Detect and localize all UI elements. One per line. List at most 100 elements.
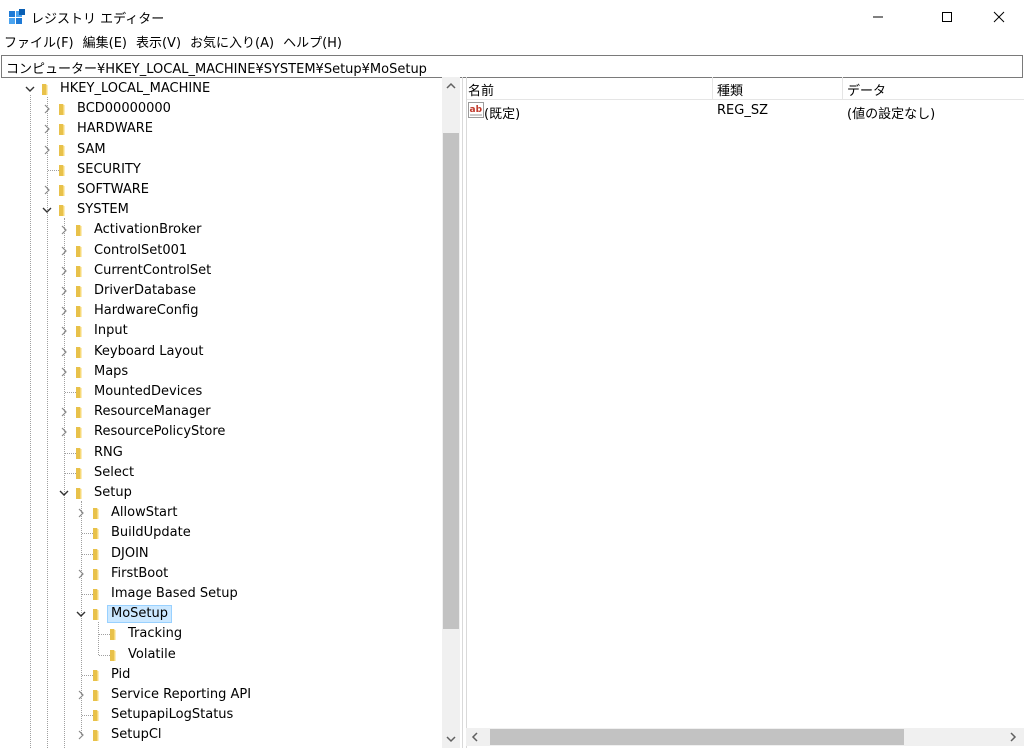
chevron-right-icon[interactable] xyxy=(75,506,87,520)
chevron-right-icon[interactable] xyxy=(41,183,53,197)
tree-item-label: HKEY_LOCAL_MACHINE xyxy=(60,81,211,96)
tree-scroll-thumb[interactable] xyxy=(443,133,459,629)
tree-item[interactable]: ControlSet001 xyxy=(0,241,440,261)
chevron-down-icon[interactable] xyxy=(75,607,87,621)
scroll-left-button[interactable] xyxy=(466,728,484,746)
maximize-icon xyxy=(942,11,952,22)
folder-icon xyxy=(75,405,89,419)
menu-favorites[interactable]: お気に入り(A) xyxy=(186,33,278,54)
menu-help[interactable]: ヘルプ(H) xyxy=(279,33,346,54)
folder-icon xyxy=(75,345,89,359)
chevron-right-icon[interactable] xyxy=(41,102,53,116)
tree-item[interactable]: SetupapiLogStatus xyxy=(0,705,440,725)
chevron-right-icon[interactable] xyxy=(58,425,70,439)
folder-icon xyxy=(75,486,89,500)
tree-item[interactable]: BuildUpdate xyxy=(0,523,440,543)
values-list-pane[interactable]: 名前 種類 データ ab (既定) REG_SZ (値の設定なし) xyxy=(466,77,1024,748)
key-tree-pane[interactable]: HKEY_LOCAL_MACHINE BCD00000000 HARDWARE SAM… xyxy=(0,77,463,748)
chevron-right-icon[interactable] xyxy=(58,223,70,237)
tree-item[interactable]: ResourceManager xyxy=(0,402,440,422)
tree-item[interactable]: FirstBoot xyxy=(0,564,440,584)
folder-icon xyxy=(58,203,72,217)
close-button[interactable] xyxy=(976,0,1022,33)
tree-item[interactable]: MountedDevices xyxy=(0,382,440,402)
tree-item[interactable]: Keyboard Layout xyxy=(0,342,440,362)
tree-item[interactable]: AllowStart xyxy=(0,503,440,523)
column-divider[interactable] xyxy=(712,77,713,99)
value-row[interactable]: ab (既定) REG_SZ (値の設定なし) xyxy=(467,101,1024,122)
chevron-right-icon[interactable] xyxy=(58,264,70,278)
tree-item[interactable]: Setup xyxy=(0,483,440,503)
tree-item[interactable]: Tracking xyxy=(0,624,440,644)
folder-icon xyxy=(92,668,106,682)
address-path: コンピューター¥HKEY_LOCAL_MACHINE¥SYSTEM¥Setup¥… xyxy=(6,62,427,77)
chevron-down-icon[interactable] xyxy=(41,203,53,217)
tree-item[interactable]: BCD00000000 xyxy=(0,99,440,119)
tree-item[interactable]: CurrentControlSet xyxy=(0,261,440,281)
maximize-button[interactable] xyxy=(924,0,970,33)
chevron-right-icon[interactable] xyxy=(58,324,70,338)
tree-item[interactable]: DJOIN xyxy=(0,544,440,564)
chevron-right-icon[interactable] xyxy=(58,345,70,359)
column-type-header[interactable]: 種類 xyxy=(717,80,743,99)
chevron-right-icon[interactable] xyxy=(58,244,70,258)
tree-item[interactable]: Select xyxy=(0,463,440,483)
tree-item[interactable]: Input xyxy=(0,321,440,341)
tree-item[interactable]: DriverDatabase xyxy=(0,281,440,301)
tree-item-label: SECURITY xyxy=(77,161,141,177)
chevron-right-icon[interactable] xyxy=(75,728,87,742)
menu-view[interactable]: 表示(V) xyxy=(132,33,185,54)
tree-item-label: Select xyxy=(94,464,135,480)
tree-item[interactable]: RNG xyxy=(0,443,440,463)
chevron-right-icon[interactable] xyxy=(58,284,70,298)
tree-item[interactable]: HardwareConfig xyxy=(0,301,440,321)
column-data-header[interactable]: データ xyxy=(847,80,886,99)
tree-item[interactable]: Pid xyxy=(0,665,440,685)
menu-file[interactable]: ファイル(F) xyxy=(0,33,78,54)
minimize-button[interactable] xyxy=(855,0,901,33)
folder-icon xyxy=(58,143,72,157)
tree-item[interactable]: HARDWARE xyxy=(0,119,440,139)
tree-item[interactable]: SOFTWARE xyxy=(0,180,440,200)
tree-item[interactable]: HKEY_LOCAL_MACHINE xyxy=(0,79,440,99)
chevron-right-icon[interactable] xyxy=(58,405,70,419)
column-name-header[interactable]: 名前 xyxy=(468,80,494,99)
chevron-right-icon[interactable] xyxy=(41,122,53,136)
folder-icon xyxy=(75,284,89,298)
list-scroll-thumb[interactable] xyxy=(490,729,904,745)
tree-item-label: BuildUpdate xyxy=(111,525,191,541)
tree-item[interactable]: SAM xyxy=(0,140,440,160)
string-value-icon: ab xyxy=(468,102,484,118)
tree-item[interactable]: Image Based Setup xyxy=(0,584,440,604)
tree-vertical-scrollbar[interactable] xyxy=(442,77,460,748)
menu-edit[interactable]: 編集(E) xyxy=(79,33,131,54)
chevron-down-icon[interactable] xyxy=(24,82,36,96)
tree-item[interactable]: ActivationBroker xyxy=(0,220,440,240)
scroll-down-button[interactable] xyxy=(442,730,460,748)
chevron-right-icon[interactable] xyxy=(75,567,87,581)
scroll-up-button[interactable] xyxy=(442,77,460,95)
scroll-right-button[interactable] xyxy=(1004,728,1022,746)
tree-item[interactable]: Maps xyxy=(0,362,440,382)
tree-item-label: Maps xyxy=(94,363,129,379)
tree-item[interactable]: Volatile xyxy=(0,645,440,665)
list-horizontal-scrollbar[interactable] xyxy=(466,728,1024,746)
folder-icon xyxy=(75,425,89,439)
tree-item[interactable]: Service Reporting API xyxy=(0,685,440,705)
tree-item-label: Service Reporting API xyxy=(111,687,252,702)
tree-item[interactable]: SECURITY xyxy=(0,160,440,180)
chevron-right-icon[interactable] xyxy=(58,365,70,379)
chevron-right-icon[interactable] xyxy=(75,688,87,702)
folder-icon xyxy=(58,163,72,177)
chevron-right-icon[interactable] xyxy=(58,304,70,318)
tree-item[interactable]: MoSetup xyxy=(0,604,440,624)
menu-bar: ファイル(F) 編集(E) 表示(V) お気に入り(A) ヘルプ(H) xyxy=(0,33,1024,54)
folder-icon xyxy=(92,547,106,561)
tree-item[interactable]: SetupCl xyxy=(0,725,440,745)
tree-item[interactable]: SYSTEM xyxy=(0,200,440,220)
address-bar[interactable]: コンピューター¥HKEY_LOCAL_MACHINE¥SYSTEM¥Setup¥… xyxy=(1,55,1023,78)
chevron-down-icon[interactable] xyxy=(58,486,70,500)
tree-item[interactable]: ResourcePolicyStore xyxy=(0,422,440,442)
chevron-right-icon[interactable] xyxy=(41,143,53,157)
column-divider[interactable] xyxy=(842,77,843,99)
